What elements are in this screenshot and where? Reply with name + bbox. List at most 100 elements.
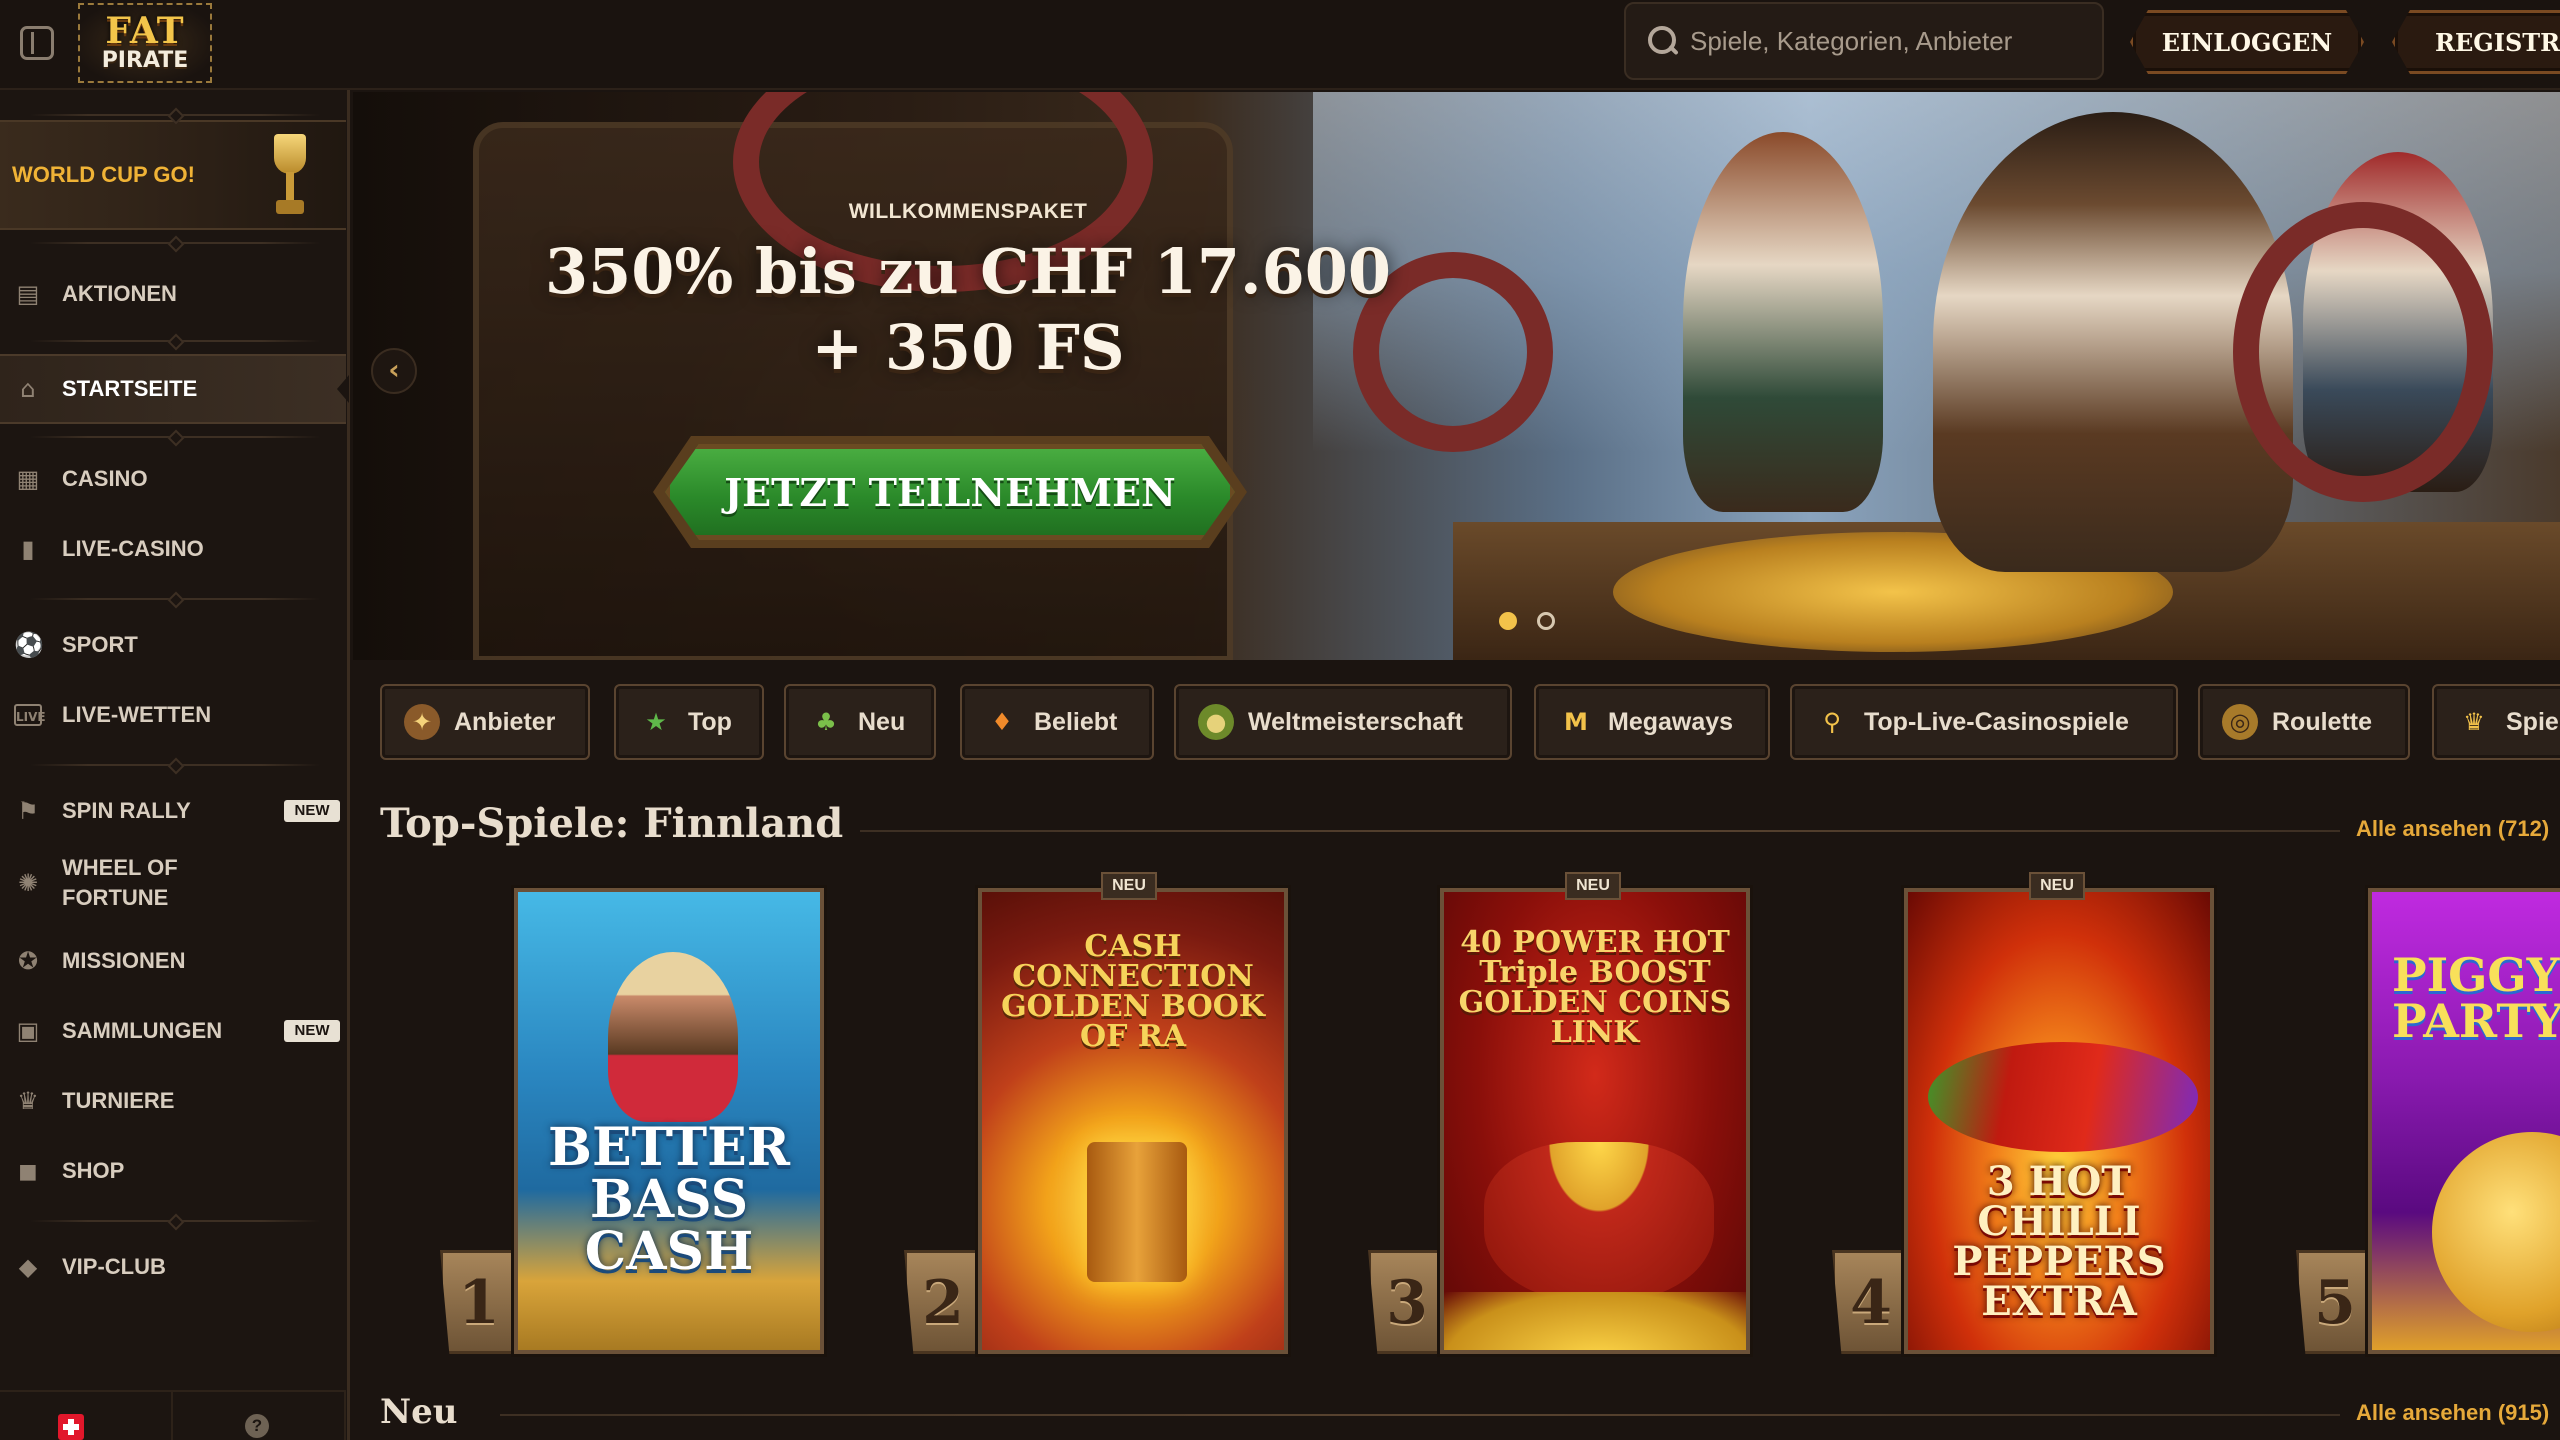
register-button[interactable]: REGISTRIEREN xyxy=(2392,10,2560,74)
chip-roulette[interactable]: ◎ Roulette xyxy=(2198,684,2410,760)
section-title-new: Neu xyxy=(380,1392,458,1432)
sidebar-item-sammlungen[interactable]: ▣ SAMMLUNGEN NEW xyxy=(0,1006,346,1056)
search-bar[interactable] xyxy=(1624,2,2104,80)
sidebar-item-wheel-of-fortune[interactable]: ✺ WHEEL OF FORTUNE xyxy=(0,846,346,920)
login-button[interactable]: EINLOGGEN xyxy=(2130,10,2364,74)
divider xyxy=(30,114,320,116)
new-badge: NEW xyxy=(284,1020,340,1042)
rank-badge: 5 xyxy=(2296,1250,2374,1354)
sidebar-item-shop[interactable]: ◼ SHOP xyxy=(0,1146,346,1196)
hero-pirate-woman-art xyxy=(1683,132,1883,512)
view-all-top-games-link[interactable]: Alle ansehen (712) xyxy=(2356,816,2549,842)
sidebar-item-label: LIVE-WETTEN xyxy=(62,702,212,727)
sidebar-item-live-casino[interactable]: ▮ LIVE-CASINO xyxy=(0,524,346,574)
diamond-icon: ◆ xyxy=(18,1253,38,1281)
chip-label: Roulette xyxy=(2272,707,2372,736)
language-selector[interactable] xyxy=(0,1392,173,1440)
trophy-icon: ♛ xyxy=(17,1087,39,1115)
chip-anbieter[interactable]: ✦ Anbieter xyxy=(380,684,590,760)
flag-race-icon: ⚑ xyxy=(17,797,39,825)
game-art-pot xyxy=(1484,1142,1714,1302)
help-button[interactable]: ? xyxy=(173,1392,346,1440)
sidebar-item-label: SHOP xyxy=(62,1158,125,1183)
flame-icon: ♦ xyxy=(991,708,1013,736)
game-card-better-bass-cash[interactable]: BETTER BASS CASH xyxy=(514,888,824,1354)
logo-line1: FAT xyxy=(105,10,185,52)
chip-label: Top xyxy=(688,707,732,736)
category-chips: ✦ Anbieter ★ Top ♣ Neu ♦ Beliebt ● Weltm… xyxy=(380,684,2560,764)
sidebar-item-label: STARTSEITE xyxy=(62,376,198,401)
join-now-button[interactable]: JETZT TEILNEHMEN xyxy=(665,444,1235,540)
game-card-40-power-hot[interactable]: 40 POWER HOT Triple BOOST GOLDEN COINS L… xyxy=(1440,888,1750,1354)
game-card-golden-book-of-ra[interactable]: CASH CONNECTION GOLDEN BOOK OF RA xyxy=(978,888,1288,1354)
divider xyxy=(30,598,320,600)
sidebar-item-label: SAMMLUNGEN xyxy=(62,1018,223,1043)
search-input[interactable] xyxy=(1690,25,2090,57)
hero-title-line1: 350% bis zu CHF 17.600 xyxy=(545,235,1391,308)
divider xyxy=(30,1220,320,1222)
chip-top-live-casinospiele[interactable]: ⚲ Top-Live-Casinospiele xyxy=(1790,684,2178,760)
medal-icon: ✪ xyxy=(17,947,39,975)
trophy-icon: ♛ xyxy=(2463,708,2485,736)
sidebar-item-turniere[interactable]: ♛ TURNIERE xyxy=(0,1076,346,1126)
sidebar-item-sport[interactable]: ⚽ SPORT xyxy=(0,620,346,670)
sidebar-item-casino[interactable]: ▦ CASINO xyxy=(0,454,346,504)
game-card-3-hot-chilli-peppers-extra[interactable]: 3 HOT CHILLI PEPPERS EXTRA xyxy=(1904,888,2214,1354)
sidebar-item-aktionen[interactable]: ▤ AKTIONEN xyxy=(0,264,346,324)
sidebar-item-label: CASINO xyxy=(62,466,148,491)
chip-label: Neu xyxy=(858,707,906,736)
hero-tentacle-art xyxy=(2233,202,2493,502)
chip-beliebt[interactable]: ♦ Beliebt xyxy=(960,684,1154,760)
game-card-piggy-party[interactable]: PIGGY PARTY xyxy=(2368,888,2560,1354)
game-art-peppers xyxy=(1928,1042,2198,1152)
divider xyxy=(30,242,320,244)
game-art-character xyxy=(608,952,738,1122)
game-title: 40 POWER HOT Triple BOOST GOLDEN COINS L… xyxy=(1458,925,1732,1050)
hero-eyebrow: WILLKOMMENSPAKET xyxy=(848,200,1088,223)
roulette-icon: ◎ xyxy=(2222,704,2258,740)
sidebar-item-label: WHEEL OF FORTUNE xyxy=(62,855,178,910)
rank-badge: 3 xyxy=(1368,1250,1446,1354)
sidebar-item-vip-club[interactable]: ◆ VIP-CLUB xyxy=(0,1242,346,1292)
home-icon: ⌂ xyxy=(20,375,36,403)
sidebar-item-startseite[interactable]: ⌂ STARTSEITE xyxy=(0,354,349,424)
divider xyxy=(30,340,320,342)
swiss-flag-icon xyxy=(58,1414,84,1440)
chip-weltmeisterschaft[interactable]: ● Weltmeisterschaft xyxy=(1174,684,1512,760)
sidebar-item-spin-rally[interactable]: ⚑ SPIN RALLY NEW xyxy=(0,786,346,836)
game-title: PIGGY PARTY xyxy=(2392,948,2560,1048)
sidebar-item-missionen[interactable]: ✪ MISSIONEN xyxy=(0,936,346,986)
hero-title-line2: + 350 FS xyxy=(811,311,1125,384)
logo[interactable]: FAT PIRATE xyxy=(78,3,212,83)
sidebar-toggle-icon[interactable] xyxy=(20,26,54,60)
carousel-dot-active[interactable] xyxy=(1499,612,1517,630)
logo-line2: PIRATE xyxy=(101,48,189,73)
slot-machine-icon: ▦ xyxy=(16,465,40,493)
sidebar-item-label: TURNIERE xyxy=(62,1088,175,1113)
cards-icon: ▮ xyxy=(21,535,35,563)
rank-badge: 4 xyxy=(1832,1250,1910,1354)
view-all-new-games-link[interactable]: Alle ansehen (915) xyxy=(2356,1400,2549,1426)
carousel-dot[interactable] xyxy=(1537,612,1555,630)
game-title: CASH CONNECTION GOLDEN BOOK OF RA xyxy=(1001,929,1265,1054)
chip-neu[interactable]: ♣ Neu xyxy=(784,684,936,760)
live-icon: LIVE xyxy=(14,704,46,726)
sidebar-item-label: LIVE-CASINO xyxy=(62,536,204,561)
chip-megaways[interactable]: M Megaways xyxy=(1534,684,1770,760)
sidebar-item-label: SPORT xyxy=(62,632,138,657)
new-badge: NEU xyxy=(1565,872,1621,900)
chip-spiele[interactable]: ♛ Spie xyxy=(2432,684,2560,760)
sidebar-item-label: MISSIONEN xyxy=(62,948,186,973)
chip-label: Weltmeisterschaft xyxy=(1248,707,1463,736)
chip-label: Megaways xyxy=(1608,707,1734,736)
sidebar-item-live-wetten[interactable]: LIVE LIVE-WETTEN xyxy=(0,690,346,740)
search-icon xyxy=(1646,24,1680,58)
sidebar-footer: ? xyxy=(0,1390,346,1440)
chip-top[interactable]: ★ Top xyxy=(614,684,764,760)
hero-title: 350% bis zu CHF 17.600 + 350 FS xyxy=(353,234,1583,386)
megaways-icon: M xyxy=(1564,708,1588,736)
sidebar: WORLD CUP GO! ▤ AKTIONEN ⌂ STARTSEITE ▦ … xyxy=(0,90,350,1440)
collection-icon: ▣ xyxy=(16,1017,40,1045)
game-art-coins xyxy=(1444,1292,1746,1350)
world-cup-banner[interactable]: WORLD CUP GO! xyxy=(0,120,346,230)
